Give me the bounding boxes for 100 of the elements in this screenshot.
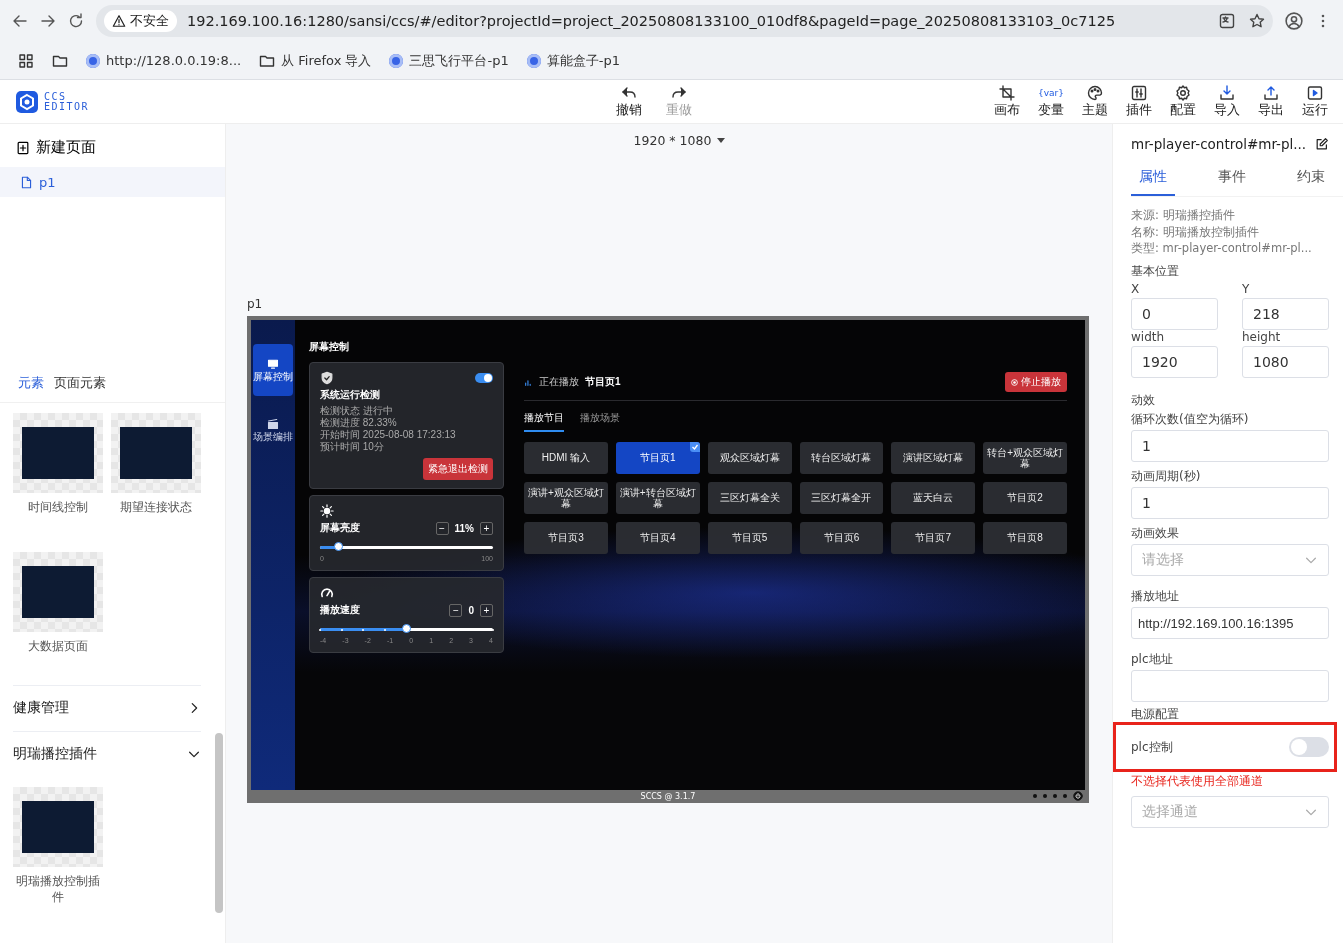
program-button[interactable]: HDMI 输入 (524, 442, 608, 474)
program-button[interactable]: 转台区域灯幕 (799, 442, 884, 474)
program-button[interactable]: 节目页5 (707, 522, 792, 554)
toggle-switch[interactable] (475, 373, 493, 383)
section-label: 动效 (1131, 392, 1156, 409)
play-icon (1307, 84, 1323, 101)
input-field[interactable]: 1920 (1131, 346, 1218, 378)
program-button[interactable]: 演讲+转台区域灯幕 (615, 482, 700, 514)
toolbar-button[interactable]: {var} 变量 (1035, 84, 1067, 119)
field-label: height (1242, 330, 1282, 344)
bookmark-link[interactable]: 三思飞行平台-p1 (389, 51, 509, 70)
emergency-exit-button[interactable]: 紧急退出检测 (423, 458, 493, 480)
input-field[interactable]: 1 (1131, 487, 1329, 519)
section-label: 电源配置 (1131, 706, 1180, 723)
info-line: 类型: mr-player-control#mr-pl... (1131, 240, 1313, 257)
now-playing-label: 正在播放 (539, 375, 579, 389)
bookmark-link[interactable]: 算能盒子-p1 (526, 51, 620, 70)
program-button[interactable]: 节目页2 (983, 482, 1067, 514)
status-line: 开始时间 2025-08-08 17:23:13 (320, 429, 457, 441)
toolbar-button[interactable]: 画布 (991, 84, 1023, 119)
field-label: 动画周期(秒) (1131, 468, 1202, 485)
program-button[interactable]: 蓝天白云 (891, 482, 976, 514)
increment-button[interactable]: + (480, 603, 493, 617)
program-button[interactable]: 节目页6 (799, 522, 884, 554)
stop-playback-button[interactable]: 停止播放 (1005, 372, 1067, 392)
toolbar-button[interactable]: 主题 (1079, 84, 1111, 119)
slider-thumb[interactable] (401, 624, 411, 633)
program-button[interactable]: 三区灯幕全关 (707, 482, 792, 514)
monitor-icon (267, 357, 279, 370)
add-page-icon (16, 140, 30, 155)
program-tab[interactable]: 播放场景 (580, 411, 620, 432)
program-button[interactable]: 观众区域灯幕 (707, 442, 792, 474)
power-icon (1073, 791, 1083, 801)
field-label: plc控制 (1131, 738, 1173, 756)
translate-icon (1219, 13, 1235, 29)
input-field[interactable]: 1 (1131, 430, 1329, 462)
program-button[interactable]: 演讲+观众区域灯幕 (524, 482, 608, 514)
category-header[interactable]: 明瑞播控插件 (13, 730, 201, 777)
program-button[interactable]: 节目页4 (615, 522, 700, 554)
inspector-tab[interactable]: 属性 (1131, 164, 1175, 196)
page-item[interactable]: p1 (0, 167, 225, 197)
version-label: SCCS @ 3.1.7 (640, 792, 696, 801)
input-field[interactable]: 218 (1242, 298, 1329, 330)
new-page-button[interactable]: 新建页面 (0, 124, 225, 167)
input-field[interactable] (1131, 670, 1329, 702)
category-header[interactable]: 健康管理 (13, 684, 201, 731)
library-tab[interactable]: 页面元素 (54, 374, 106, 392)
input-field[interactable]: 1080 (1242, 346, 1329, 378)
inspector-tab[interactable]: 事件 (1210, 164, 1254, 196)
library-tab[interactable]: 元素 (18, 374, 44, 392)
page-label: p1 (247, 297, 264, 311)
address-bar[interactable]: 不安全 192.169.100.16:1280/sansi/ccs/#/editor?projectId=project_20250808133100_010df8&pageId=page_20250808133103_0c7125 (96, 5, 1273, 37)
bookmark-link[interactable]: http://128.0.0.19:8... (86, 53, 242, 68)
hexagon-logo-icon (16, 90, 38, 113)
control-label: 播放速度 (320, 603, 360, 617)
inspector-tab[interactable]: 约束 (1289, 164, 1333, 196)
info-line: 名称: 明瑞播放控制插件 (1131, 223, 1260, 241)
status-line: 预计时间 10分 (320, 441, 385, 453)
program-button[interactable]: 转台+观众区域灯幕 (983, 442, 1067, 474)
crop-frame-icon (999, 84, 1015, 101)
gear-icon (1175, 84, 1191, 101)
upload-icon (1263, 84, 1279, 101)
toolbar-button[interactable]: 导入 (1211, 84, 1243, 119)
bookmark-link[interactable]: 从 Firefox 导入 (259, 51, 372, 70)
program-button[interactable]: 演讲区域灯幕 (891, 442, 976, 474)
clapperboard-icon (267, 417, 279, 430)
program-button[interactable]: 节目页3 (524, 522, 608, 554)
field-label: 播放地址 (1131, 588, 1180, 605)
dot-icon (1043, 794, 1047, 798)
input-field[interactable]: http://192.169.100.16:1395 (1131, 607, 1329, 639)
undo-button[interactable]: 撤销 (613, 84, 646, 119)
program-button[interactable]: 节目页7 (891, 522, 976, 554)
stop-icon (1011, 378, 1018, 386)
thumbnail-preview (120, 427, 192, 479)
toolbar-button[interactable]: 运行 (1299, 84, 1331, 119)
star-icon (1249, 13, 1265, 29)
dot-icon (1053, 794, 1057, 798)
program-button[interactable]: 节目页8 (983, 522, 1067, 554)
nav-item[interactable]: 场景编排 (253, 404, 293, 456)
increment-button[interactable]: + (480, 521, 493, 535)
toggle-switch[interactable] (1289, 737, 1329, 757)
toolbar-button[interactable]: 配置 (1167, 84, 1199, 119)
field-label: 循环次数(值空为循环) (1131, 411, 1250, 428)
field-label: plc地址 (1131, 651, 1174, 668)
input-field[interactable]: 0 (1131, 298, 1218, 330)
toolbar-button[interactable]: 插件 (1123, 84, 1155, 119)
program-button[interactable]: 节目页1 (615, 442, 700, 474)
slider-thumb[interactable] (334, 542, 343, 551)
scrollbar-thumb[interactable] (215, 733, 223, 913)
program-tab[interactable]: 播放节目 (524, 411, 564, 432)
thumbnail-preview (22, 800, 94, 853)
decrement-button[interactable]: − (449, 603, 463, 617)
resolution-dropdown[interactable]: 1920 * 1080 (627, 132, 732, 149)
site-icon (526, 53, 541, 68)
nav-item[interactable]: 屏幕控制 (253, 344, 293, 396)
decrement-button[interactable]: − (435, 521, 449, 535)
program-button[interactable]: 三区灯幕全开 (799, 482, 884, 514)
panel-title: 屏幕控制 (309, 340, 350, 354)
toolbar-button[interactable]: 导出 (1255, 84, 1287, 119)
current-program: 节目页1 (585, 375, 621, 389)
